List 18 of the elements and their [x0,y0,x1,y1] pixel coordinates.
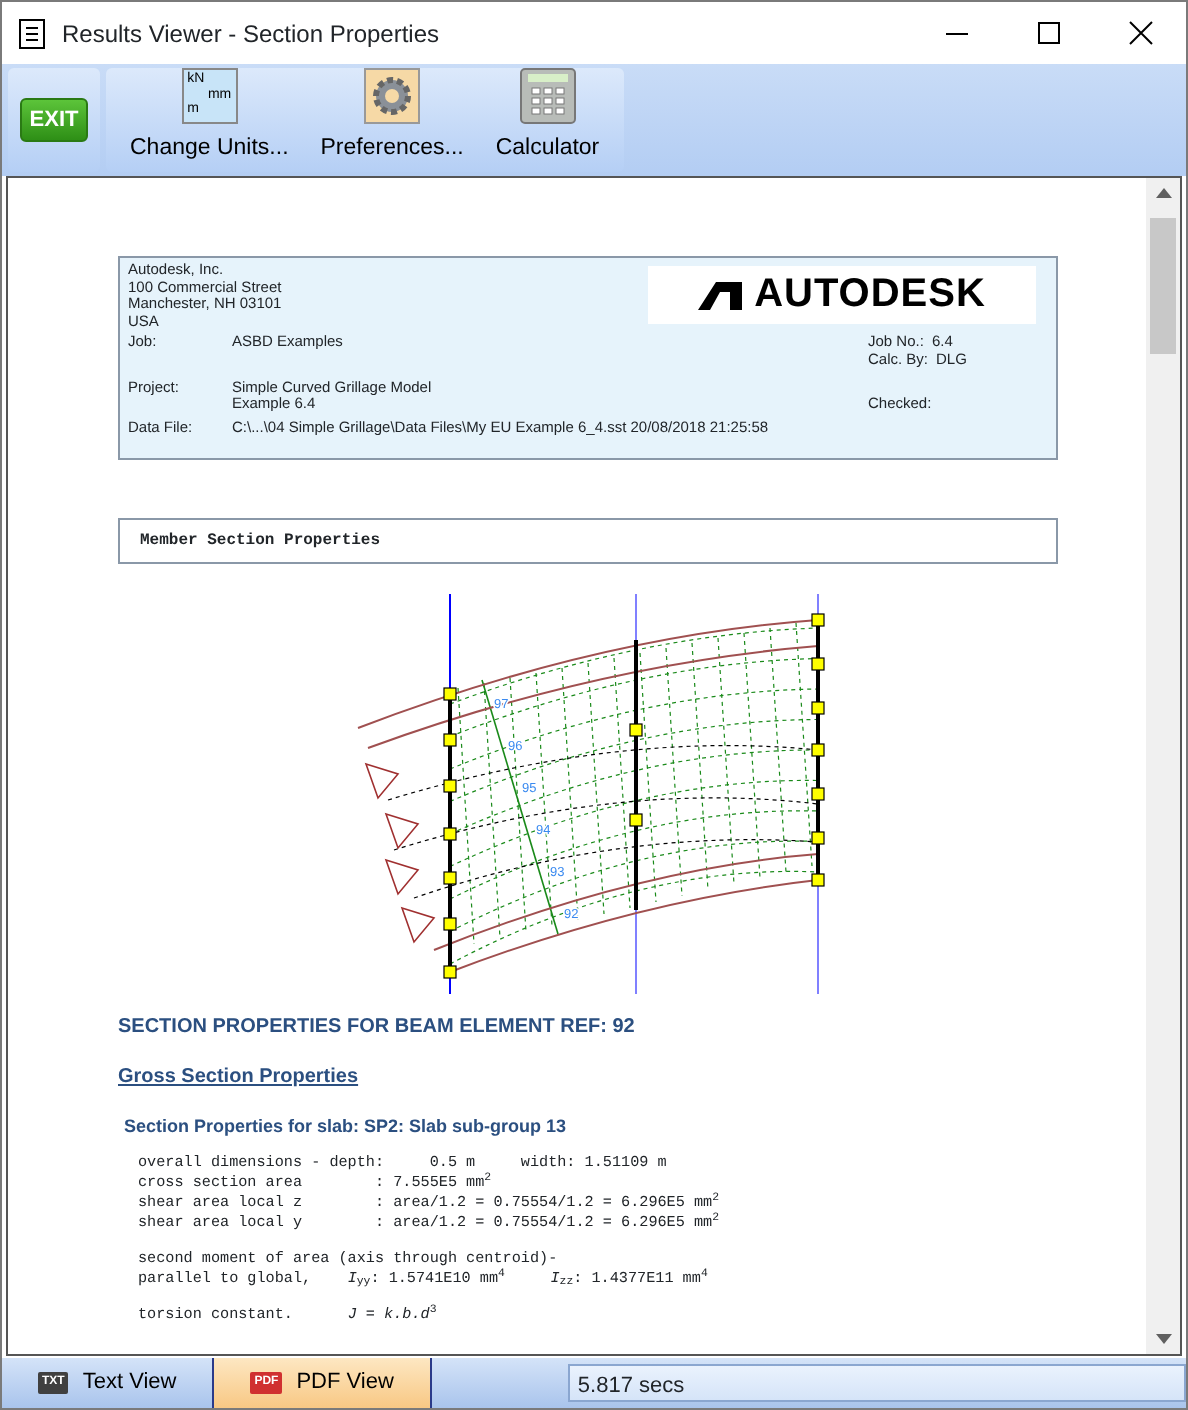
section-heading: SECTION PROPERTIES FOR BEAM ELEMENT REF: 92 [118,1014,637,1042]
document-icon [18,17,46,49]
scrollbar-thumb[interactable] [1150,218,1176,354]
window-title: Results Viewer - Section Properties [62,17,440,51]
gear-icon [364,67,421,124]
slab-title: Section Properties for slab: SP2: Slab sub-group 13 [124,1114,569,1140]
scroll-up-icon[interactable] [1155,188,1171,198]
close-icon[interactable] [1125,18,1155,48]
subsection-heading: Gross Section Properties [118,1066,359,1088]
calculator-icon [519,67,576,124]
section-title-bar: Member Section Properties [118,518,1058,564]
logo-mark-icon [698,281,743,309]
toolbar-button-label[interactable]: Change Units... [130,131,289,166]
scroll-down-icon[interactable] [1155,1334,1171,1344]
maximize-icon[interactable] [1033,18,1063,48]
toolbar-button-label[interactable]: Calculator [495,131,600,166]
status-field: 5.817 secs [567,1364,1186,1402]
toolbar-button-label[interactable]: Preferences... [320,131,464,166]
